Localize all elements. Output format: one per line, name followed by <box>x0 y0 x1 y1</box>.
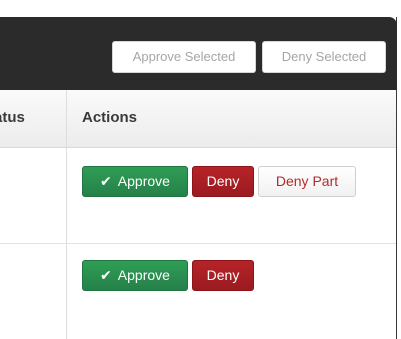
check-icon: ✔ <box>100 267 112 283</box>
column-header-status-label: atus <box>0 109 25 126</box>
column-header-actions: Actions <box>82 109 138 126</box>
deny-button[interactable]: Deny <box>192 260 254 291</box>
table-row: ✔ Approve Deny Deny Part <box>0 147 396 244</box>
deny-selected-button[interactable]: Deny Selected <box>262 41 386 73</box>
deny-button[interactable]: Deny <box>192 166 254 197</box>
requests-panel: Approve Selected Deny Selected atus Acti… <box>0 17 397 339</box>
check-icon: ✔ <box>100 173 112 189</box>
deny-part-button[interactable]: Deny Part <box>258 166 356 197</box>
panel-header: Approve Selected Deny Selected <box>0 17 397 90</box>
column-header-status[interactable]: atus <box>0 90 66 147</box>
approve-button[interactable]: ✔ Approve <box>82 260 188 291</box>
approve-button[interactable]: ✔ Approve <box>82 166 188 197</box>
approve-button-label: Approve <box>117 173 170 189</box>
approve-selected-button[interactable]: Approve Selected <box>112 41 256 73</box>
table-row: ✔ Approve Deny <box>0 244 396 339</box>
table-header: atus Actions <box>0 90 396 148</box>
approve-button-label: Approve <box>117 267 170 283</box>
